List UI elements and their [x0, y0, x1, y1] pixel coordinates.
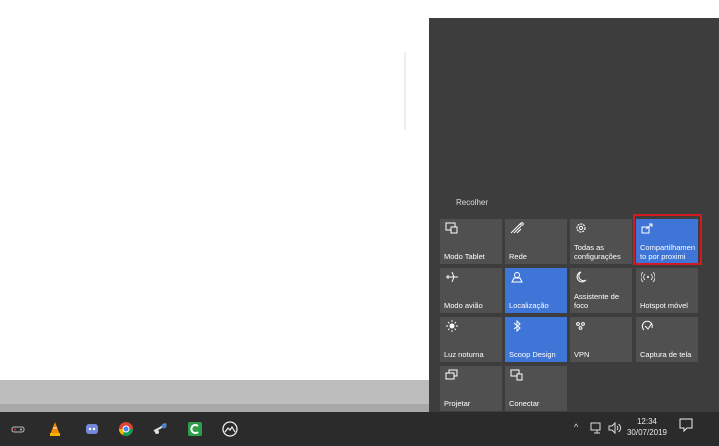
taskbar: ^ 12:34 30/07/2019 [0, 412, 719, 446]
tile-bluetooth[interactable]: Scoop Design [505, 317, 567, 362]
network-tray-icon[interactable] [590, 421, 604, 435]
tile-label: Localização [509, 301, 549, 310]
tile-label: Scoop Design [509, 350, 556, 359]
screen-snip-icon [641, 320, 653, 331]
volume-icon[interactable] [607, 421, 621, 435]
taskbar-clock[interactable]: 12:34 30/07/2019 [625, 416, 669, 438]
network-icon [510, 222, 524, 234]
tile-tablet-mode[interactable]: Modo Tablet [440, 219, 502, 264]
tile-label: Captura de tela [640, 350, 692, 359]
show-hidden-icons-chevron[interactable]: ^ [574, 422, 578, 432]
steam-icon[interactable] [152, 421, 168, 437]
tile-connect[interactable]: Conectar [505, 366, 567, 411]
airplane-icon [446, 271, 458, 283]
tile-label: VPN [574, 350, 590, 359]
tile-mobile-hotspot[interactable]: Hotspot móvel [636, 268, 698, 313]
camtasia-icon[interactable] [187, 421, 203, 437]
tile-label: Projetar [444, 399, 471, 408]
highlight-box [633, 214, 702, 265]
tile-airplane-mode[interactable]: Modo avião [440, 268, 502, 313]
connect-icon [510, 369, 523, 381]
tile-label: Modo avião [444, 301, 483, 310]
tile-label: Assistente de foco [574, 292, 620, 310]
tile-vpn[interactable]: VPN [570, 317, 632, 362]
tile-project[interactable]: Projetar [440, 366, 502, 411]
tile-label: Hotspot móvel [640, 301, 688, 310]
moon-icon [576, 271, 587, 283]
tablet-mode-icon [445, 222, 458, 234]
discord-icon[interactable] [84, 421, 100, 437]
hotspot-icon [641, 271, 655, 283]
tile-all-settings[interactable]: Todas as configurações [570, 219, 632, 264]
location-icon [511, 272, 523, 283]
divider-line [404, 52, 406, 130]
game-controller-icon[interactable] [10, 421, 26, 437]
notification-icon[interactable] [679, 418, 693, 432]
tile-location[interactable]: Localização [505, 268, 567, 313]
tile-label: Rede [509, 252, 527, 261]
tile-network[interactable]: Rede [505, 219, 567, 264]
tile-label: Todas as configurações [574, 243, 621, 261]
gear-icon [576, 223, 586, 233]
bluetooth-icon [513, 320, 521, 332]
tile-screen-snip[interactable]: Captura de tela [636, 317, 698, 362]
desktop-window [0, 0, 429, 380]
vlc-icon[interactable] [47, 421, 63, 437]
clock-date: 30/07/2019 [626, 428, 668, 437]
tile-night-light[interactable]: Luz noturna [440, 317, 502, 362]
clock-time: 12:34 [636, 417, 658, 426]
tile-label: Conectar [509, 399, 540, 408]
sun-icon [446, 320, 458, 332]
collapse-link[interactable]: Recolher [456, 198, 488, 207]
tile-label: Luz noturna [444, 350, 484, 359]
chrome-icon[interactable] [118, 421, 134, 437]
tile-label: Modo Tablet [444, 252, 485, 261]
mountain-app-icon[interactable] [222, 421, 238, 437]
project-icon [445, 369, 458, 380]
window-bottom-shadow [0, 404, 429, 412]
vpn-icon [576, 322, 585, 330]
tile-focus-assist[interactable]: Assistente de foco [570, 268, 632, 313]
